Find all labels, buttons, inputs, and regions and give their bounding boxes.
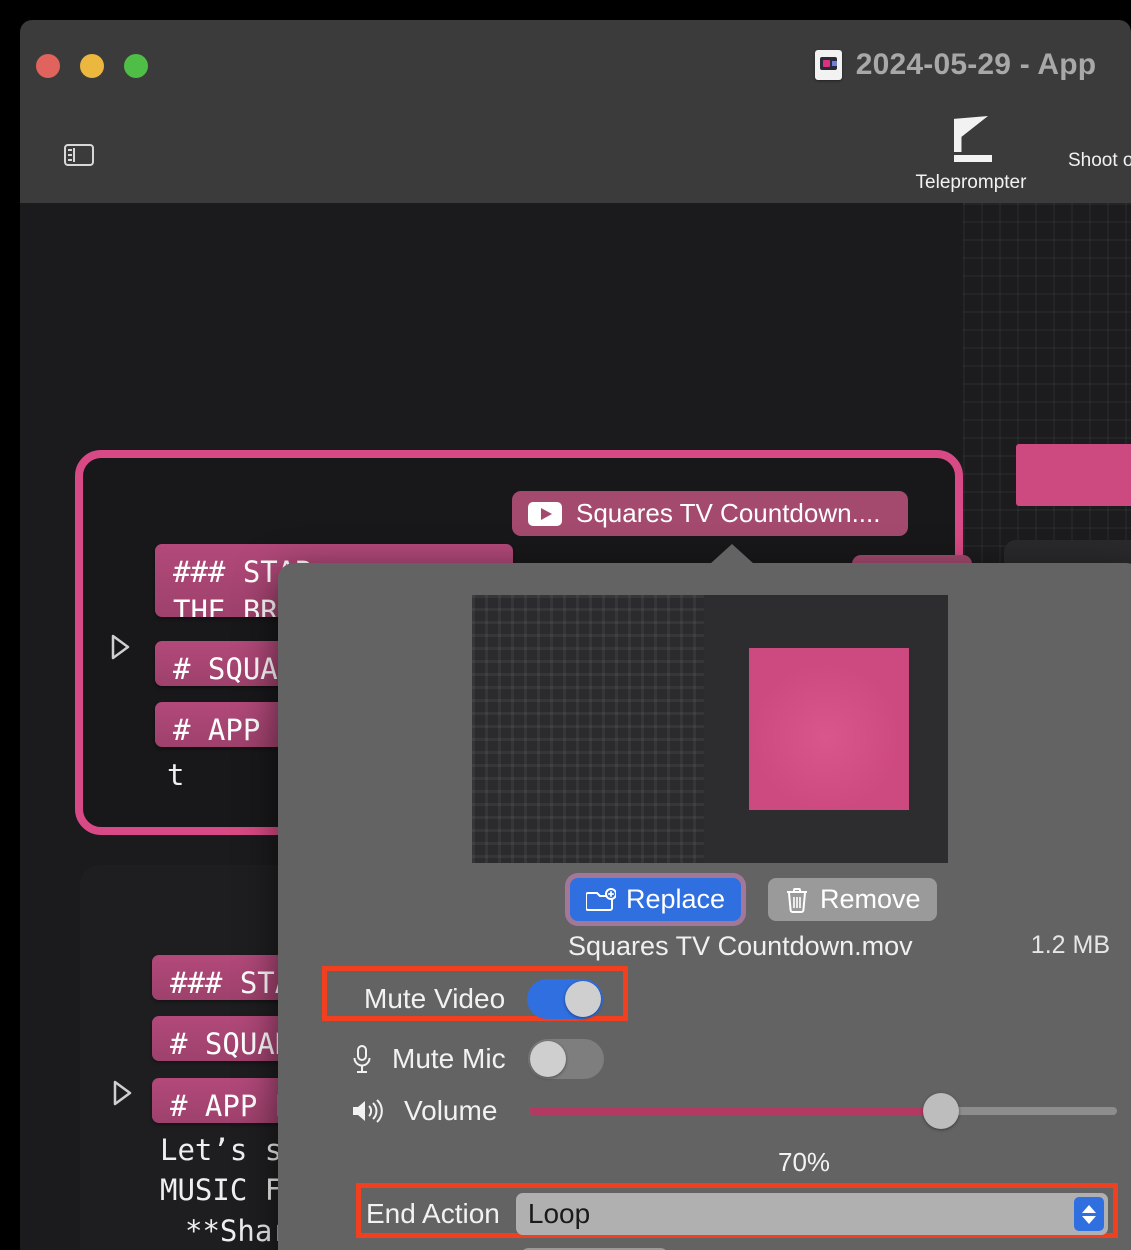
play-icon[interactable] xyxy=(111,634,130,660)
preview-pink-square xyxy=(749,648,909,810)
volume-slider-knob[interactable] xyxy=(923,1093,959,1129)
filesize-label: 1.2 MB xyxy=(1030,931,1110,959)
end-action-value: Loop xyxy=(527,1198,591,1229)
video-settings-popover: Replace Remove Squares TV Countdown.mov … xyxy=(278,544,1131,1250)
end-action-label: End Action xyxy=(366,1198,500,1229)
folder-add-icon xyxy=(586,887,616,912)
teleprompter-label: Teleprompter xyxy=(915,172,1027,193)
video-chip-label: Squares TV Countdown.... xyxy=(576,498,881,528)
mute-video-row: Mute Video xyxy=(364,979,604,1019)
volume-value-label: 70% xyxy=(778,1147,831,1177)
sidebar-toggle-icon[interactable] xyxy=(64,144,94,166)
microphone-icon xyxy=(350,1043,374,1075)
filename-label: Squares TV Countdown.mov xyxy=(568,931,913,961)
trash-icon xyxy=(784,886,810,914)
preview-texture-left xyxy=(472,595,704,863)
popover-arrow xyxy=(710,544,754,564)
window-title-text: 2024-05-29 - App xyxy=(855,48,1097,81)
replace-button[interactable]: Replace xyxy=(570,878,742,921)
document-icon xyxy=(814,50,842,80)
speaker-wave-icon xyxy=(350,1097,386,1125)
volume-slider[interactable] xyxy=(529,1093,1118,1129)
toolbar-item-shoot[interactable]: Shoot o xyxy=(1068,150,1131,172)
end-action-row: End Action Loop xyxy=(366,1193,1108,1235)
end-action-stepper-icon[interactable] xyxy=(1073,1197,1104,1231)
remove-label: Remove xyxy=(820,884,921,914)
shoot-label: Shoot o xyxy=(1068,150,1131,171)
remove-button[interactable]: Remove xyxy=(768,878,937,921)
toolbar-item-teleprompter[interactable]: Teleprompter xyxy=(886,116,1056,194)
mute-video-label: Mute Video xyxy=(364,983,506,1014)
volume-slider-fill xyxy=(529,1107,941,1115)
mute-mic-label: Mute Mic xyxy=(392,1043,506,1074)
play-icon[interactable] xyxy=(113,1080,132,1106)
mute-video-toggle[interactable] xyxy=(527,979,604,1019)
end-action-select[interactable]: Loop xyxy=(515,1193,1108,1235)
script-plain-line: t xyxy=(167,758,185,792)
mute-mic-toggle[interactable] xyxy=(527,1039,604,1079)
mute-mic-row: Mute Mic xyxy=(350,1039,604,1079)
window-title: 2024-05-29 - App xyxy=(20,48,1131,82)
video-chip-squares-tv[interactable]: Squares TV Countdown.... xyxy=(512,491,908,536)
window-titlebar: 2024-05-29 - App Teleprompter Shoot o xyxy=(20,20,1131,203)
screen: 2024-05-29 - App Teleprompter Shoot o ED… xyxy=(0,0,1131,1250)
teleprompter-icon xyxy=(944,116,998,162)
replace-label: Replace xyxy=(626,884,726,914)
video-preview-thumbnail[interactable] xyxy=(472,595,948,863)
volume-label: Volume xyxy=(404,1095,498,1126)
volume-row: Volume xyxy=(350,1093,1118,1129)
app-window: 2024-05-29 - App Teleprompter Shoot o ED… xyxy=(20,20,1131,1250)
youtube-play-icon xyxy=(528,501,562,526)
right-panel-pink-block xyxy=(1016,444,1131,506)
editor-body: EDIT ### STARTHE BREA # SQUARI # APP LA … xyxy=(20,203,1131,1250)
